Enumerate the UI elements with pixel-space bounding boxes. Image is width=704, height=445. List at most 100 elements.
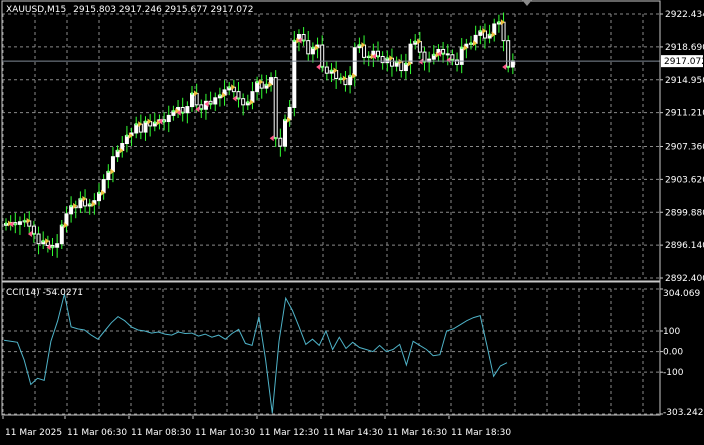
candle-body [324, 66, 329, 74]
candle-body [348, 75, 353, 86]
trade-marker [69, 204, 73, 208]
price-tick-label: 2892.400 [665, 274, 704, 284]
cci-title: CCI(14) -54.0271 [6, 288, 83, 298]
trade-marker [283, 118, 287, 122]
trade-marker [358, 43, 361, 47]
trade-marker [4, 222, 8, 225]
candle-body [36, 233, 41, 245]
cci-tick-label: -100 [663, 368, 684, 378]
cci-tick-label: -303.242 [663, 408, 703, 418]
trade-marker [116, 149, 119, 152]
trade-marker [88, 202, 91, 206]
ohlc-text: 2915.803 2917.246 2915.677 2917.072 [73, 5, 253, 15]
time-tick-label: 11 Mar 06:30 [67, 428, 127, 438]
trade-marker [506, 65, 510, 69]
trade-marker [432, 53, 436, 57]
price-tick-label: 2918.690 [665, 43, 704, 53]
candle-body [55, 243, 60, 248]
time-tick-label: 11 Mar 16:30 [387, 428, 447, 438]
trade-marker [41, 239, 45, 243]
candle-body [501, 21, 506, 42]
cci-tick-label: 304.069 [663, 289, 700, 299]
trade-marker [293, 39, 296, 42]
cci-tick-label: 0.00 [663, 348, 683, 358]
price-tick-label: 2899.880 [665, 208, 704, 218]
candle-body [422, 51, 427, 63]
trade-marker [274, 136, 278, 140]
trade-marker [172, 109, 175, 113]
candle-body [380, 55, 385, 64]
trade-marker [14, 223, 17, 226]
trade-marker [153, 121, 157, 124]
time-tick-label: 11 Mar 12:30 [259, 428, 319, 438]
trade-marker [237, 97, 240, 100]
trade-marker [367, 55, 371, 58]
chart-background [0, 0, 704, 445]
candle-body [17, 221, 22, 225]
candle-body [278, 137, 283, 147]
candle-body [273, 77, 278, 139]
candle-body [241, 98, 246, 106]
trade-marker [107, 170, 110, 173]
trade-marker [227, 85, 231, 89]
candle-body [506, 40, 511, 68]
trade-marker [348, 74, 352, 78]
price-tick-label: 2907.360 [665, 143, 704, 153]
candle-body [166, 114, 171, 123]
trade-marker [330, 69, 333, 72]
candle-body [59, 224, 64, 245]
trade-marker [265, 83, 268, 86]
candle-body [320, 44, 325, 68]
time-tick-label: 11 Mar 08:30 [131, 428, 191, 438]
candle-body [110, 156, 115, 173]
trade-marker [32, 232, 36, 236]
candle-body [306, 40, 311, 55]
price-tick-label: 2911.210 [665, 109, 704, 119]
trade-marker [125, 134, 129, 137]
trade-marker [200, 107, 203, 111]
trade-marker [181, 111, 184, 115]
trade-marker [413, 40, 417, 43]
price-tick-label: 2922.434 [665, 10, 704, 20]
trade-marker [209, 102, 212, 106]
trade-marker [441, 52, 445, 56]
trade-marker [302, 39, 305, 42]
trade-marker [479, 29, 482, 33]
cci-tick-label: 100 [663, 327, 680, 337]
candle-body [185, 106, 190, 114]
trade-marker [144, 120, 147, 123]
candle-body [408, 43, 413, 65]
trade-marker [469, 42, 473, 45]
trade-marker [460, 46, 464, 50]
chart-symbol-label: XAUUSD,M15 2915.803 2917.246 2915.677 29… [6, 5, 253, 15]
candle-body [287, 106, 292, 121]
candle-body [352, 47, 357, 77]
candle-body [134, 123, 139, 134]
trade-marker [246, 100, 250, 104]
price-tick-label: 2896.140 [665, 241, 704, 251]
candle-body [459, 47, 464, 65]
candle-body [78, 198, 83, 209]
current-price-label: 2917.072 [664, 57, 704, 67]
time-tick-label: 11 Mar 2025 [5, 428, 62, 438]
price-axis: 2922.434 2918.690 2914.950 2911.210 2907.360… [660, 10, 704, 284]
candle-body [283, 119, 287, 147]
trade-marker [23, 219, 26, 223]
trade-marker [190, 92, 194, 95]
trade-marker [255, 80, 259, 84]
candle-body [101, 179, 106, 194]
trade-marker [51, 245, 54, 249]
trading-chart[interactable]: 2922.434 2918.690 2914.950 2911.210 2907.360… [0, 0, 704, 445]
price-tick-label: 2903.620 [665, 175, 704, 185]
symbol-text: XAUUSD,M15 [6, 5, 66, 15]
candle-body [213, 97, 218, 105]
time-tick-label: 11 Mar 10:30 [195, 428, 255, 438]
trade-marker [386, 56, 389, 60]
trade-marker [79, 197, 82, 201]
candle-body [510, 60, 515, 68]
trade-marker [134, 122, 138, 126]
trade-marker [320, 65, 324, 69]
time-tick-label: 11 Mar 18:30 [451, 428, 511, 438]
trade-marker [97, 191, 101, 195]
trade-marker [376, 55, 380, 58]
